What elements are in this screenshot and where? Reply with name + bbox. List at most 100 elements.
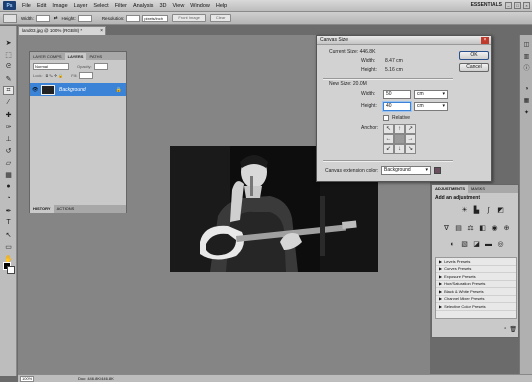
levels-icon[interactable]: ▙: [472, 207, 481, 215]
new-layer-icon[interactable]: ▫: [504, 326, 506, 335]
menu-filter[interactable]: Filter: [115, 3, 127, 9]
blend-mode-select[interactable]: Normal: [33, 63, 69, 70]
close-icon[interactable]: ×: [523, 2, 530, 9]
shape-tool-icon[interactable]: ▭: [3, 242, 14, 251]
height-input[interactable]: [77, 14, 92, 22]
channel-mixer-icon[interactable]: ⊕: [502, 225, 511, 233]
marquee-tool-icon[interactable]: ⬚: [3, 50, 14, 59]
tab-masks[interactable]: MASKS: [468, 185, 488, 193]
crop-tool-icon[interactable]: ⌗: [3, 86, 14, 95]
extension-color-select[interactable]: Background: [381, 166, 431, 175]
minimize-icon[interactable]: –: [505, 2, 512, 9]
width-input[interactable]: [35, 14, 50, 22]
brightness-contrast-icon[interactable]: ☀: [460, 207, 469, 215]
width-unit-select[interactable]: cm: [414, 90, 448, 99]
path-selection-tool-icon[interactable]: ↖: [3, 230, 14, 239]
invert-icon[interactable]: ◐: [448, 241, 457, 249]
photo-filter-icon[interactable]: ◉: [490, 225, 499, 233]
threshold-icon[interactable]: ◪: [472, 241, 481, 249]
move-tool-icon[interactable]: ➤: [3, 38, 14, 47]
new-height-input[interactable]: 40: [383, 102, 411, 111]
anchor-center-icon[interactable]: [394, 134, 405, 144]
histogram-icon[interactable]: ▥: [522, 53, 531, 61]
tab-layers[interactable]: LAYERS: [64, 53, 87, 60]
document-tab[interactable]: land03.jpg @ 100% (RGB/8) * ×: [18, 26, 106, 35]
maximize-icon[interactable]: □: [514, 2, 521, 9]
close-tab-icon[interactable]: ×: [100, 27, 103, 35]
quick-select-tool-icon[interactable]: ✎: [3, 74, 14, 83]
front-image-button[interactable]: Front Image: [172, 14, 206, 22]
vibrance-icon[interactable]: ∇: [442, 225, 451, 233]
selective-color-icon[interactable]: ◎: [496, 241, 505, 249]
gradient-tool-icon[interactable]: ▦: [3, 170, 14, 179]
anchor-right-icon[interactable]: →: [405, 134, 416, 144]
close-icon[interactable]: ×: [481, 37, 489, 44]
color-icon[interactable]: ◑: [522, 85, 531, 93]
tab-paths[interactable]: PATHS: [86, 53, 105, 60]
extension-color-swatch[interactable]: [434, 167, 441, 174]
tab-history[interactable]: HISTORY: [30, 205, 54, 213]
menu-select[interactable]: Select: [93, 3, 108, 9]
swatches-icon[interactable]: ▦: [522, 97, 531, 105]
lock-icons[interactable]: ⧈ ✎ ✥ 🔒: [46, 73, 64, 78]
menu-edit[interactable]: Edit: [37, 3, 46, 9]
anchor-bottom-icon[interactable]: ↓: [394, 144, 405, 154]
eyedropper-tool-icon[interactable]: ⁄: [3, 98, 14, 107]
menu-view[interactable]: View: [172, 3, 184, 9]
anchor-top-icon[interactable]: ↑: [394, 124, 405, 134]
fill-input[interactable]: [79, 72, 94, 79]
exposure-icon[interactable]: ◩: [496, 207, 505, 215]
gradient-map-icon[interactable]: ▬: [484, 241, 493, 249]
anchor-left-icon[interactable]: ←: [383, 134, 394, 144]
color-balance-icon[interactable]: ⚖: [466, 225, 475, 233]
history-brush-tool-icon[interactable]: ↺: [3, 146, 14, 155]
hue-saturation-icon[interactable]: ▤: [454, 225, 463, 233]
dodge-tool-icon[interactable]: ◔: [3, 194, 14, 203]
visibility-eye-icon[interactable]: 👁: [32, 87, 39, 93]
menu-image[interactable]: Image: [52, 3, 67, 9]
ok-button[interactable]: OK: [459, 51, 489, 60]
anchor-bottom-left-icon[interactable]: ↙: [383, 144, 394, 154]
anchor-top-left-icon[interactable]: ↖: [383, 124, 394, 134]
menu-help[interactable]: Help: [216, 3, 227, 9]
workspace-switcher[interactable]: ESSENTIALS: [471, 2, 502, 8]
navigator-icon[interactable]: ◫: [522, 41, 531, 49]
eraser-tool-icon[interactable]: ▱: [3, 158, 14, 167]
cancel-button[interactable]: Cancel: [459, 63, 489, 72]
menu-file[interactable]: File: [22, 3, 31, 9]
info-icon[interactable]: ⓘ: [522, 65, 531, 73]
styles-icon[interactable]: ✦: [522, 109, 531, 117]
blur-tool-icon[interactable]: ●: [3, 182, 14, 191]
relative-checkbox[interactable]: [383, 115, 389, 121]
crop-tool-preset-icon[interactable]: [3, 13, 17, 23]
posterize-icon[interactable]: ▧: [460, 241, 469, 249]
swap-icon[interactable]: ⇄: [54, 15, 58, 21]
clone-stamp-tool-icon[interactable]: ⊥: [3, 134, 14, 143]
height-unit-select[interactable]: cm: [414, 102, 448, 111]
tab-adjustments[interactable]: ADJUSTMENTS: [432, 185, 469, 193]
resolution-input[interactable]: [126, 14, 141, 22]
black-white-icon[interactable]: ◧: [478, 225, 487, 233]
menu-layer[interactable]: Layer: [74, 3, 88, 9]
anchor-bottom-right-icon[interactable]: ↘: [405, 144, 416, 154]
clear-button[interactable]: Clear: [209, 14, 232, 22]
healing-brush-tool-icon[interactable]: ✚: [3, 110, 14, 119]
resolution-unit-select[interactable]: pixels/inch: [142, 14, 169, 22]
tab-layer-comps[interactable]: LAYER COMPS: [30, 53, 65, 60]
anchor-top-right-icon[interactable]: ↗: [405, 124, 416, 134]
menu-3d[interactable]: 3D: [159, 3, 166, 9]
new-width-input[interactable]: 50: [383, 90, 411, 99]
lasso-tool-icon[interactable]: ᘓ: [3, 62, 14, 71]
menu-window[interactable]: Window: [190, 3, 210, 9]
list-item[interactable]: ▶ Selective Color Presets: [436, 303, 516, 311]
opacity-input[interactable]: [93, 63, 108, 70]
layer-row-background[interactable]: 👁 Background 🔒: [30, 83, 126, 96]
pen-tool-icon[interactable]: ✒: [3, 206, 14, 215]
trash-icon[interactable]: 🗑: [509, 326, 517, 335]
tab-actions[interactable]: ACTIONS: [54, 205, 78, 213]
type-tool-icon[interactable]: T: [3, 218, 14, 227]
curves-icon[interactable]: ∫: [484, 207, 493, 215]
zoom-level[interactable]: 100%: [20, 375, 34, 382]
menu-analysis[interactable]: Analysis: [133, 3, 153, 9]
background-color-swatch[interactable]: [7, 266, 15, 274]
